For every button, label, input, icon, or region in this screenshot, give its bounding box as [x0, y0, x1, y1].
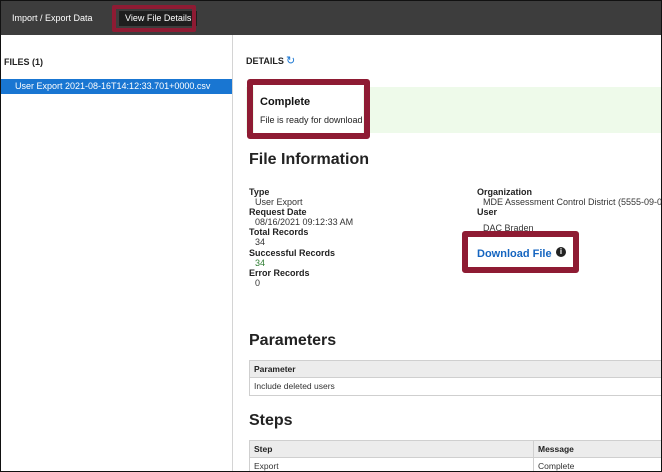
column-header-step[interactable]: Step: [250, 441, 272, 458]
error-records-label: Error Records: [249, 268, 310, 278]
type-value: User Export: [255, 197, 303, 207]
request-date-value: 08/16/2021 09:12:33 AM: [255, 217, 354, 227]
app-window: Import / Export Data View File Details F…: [0, 0, 662, 472]
type-label: Type: [249, 187, 270, 197]
parameter-cell: Include deleted users: [254, 381, 335, 391]
table-row: Include deleted users: [250, 378, 661, 395]
file-information-heading: File Information: [249, 151, 369, 168]
organization-value: MDE Assessment Control District (5555-09…: [483, 197, 662, 207]
tab-highlight-callout: [112, 5, 196, 32]
parameters-table: Parameter Include deleted users: [249, 360, 661, 396]
successful-records-value: 34: [255, 258, 266, 268]
files-heading: FILES (1): [4, 57, 44, 67]
parameters-heading: Parameters: [249, 332, 337, 349]
download-file-link[interactable]: Download File: [477, 248, 552, 260]
top-nav-bar: Import / Export Data View File Details: [1, 1, 661, 35]
organization-label: Organization: [477, 187, 533, 197]
files-pane: FILES (1) User Export 2021-08-16T14:12:3…: [1, 35, 233, 471]
status-highlight-callout: [247, 79, 370, 139]
request-date-label: Request Date: [249, 207, 307, 217]
tab-import-export-data[interactable]: Import / Export Data: [12, 11, 93, 26]
total-records-value: 34: [255, 237, 266, 247]
steps-heading: Steps: [249, 412, 293, 429]
column-header-message[interactable]: Message: [534, 441, 574, 458]
table-header-row: Parameter: [250, 361, 661, 378]
column-header-parameter[interactable]: Parameter: [250, 361, 296, 378]
details-heading: DETAILS: [246, 56, 284, 66]
total-records-label: Total Records: [249, 227, 309, 237]
refresh-icon[interactable]: ↻: [286, 54, 295, 67]
info-icon[interactable]: i: [556, 247, 566, 257]
step-cell: Export: [254, 461, 279, 471]
file-list-item[interactable]: User Export 2021-08-16T14:12:33.701+0000…: [1, 79, 232, 94]
error-records-value: 0: [255, 278, 261, 288]
message-cell: Complete: [538, 461, 575, 471]
user-label: User: [477, 207, 498, 217]
table-row: Export Complete: [250, 458, 661, 471]
table-header-row: Step Message: [250, 441, 661, 458]
successful-records-label: Successful Records: [249, 248, 336, 258]
steps-table: Step Message Export Complete: [249, 440, 661, 471]
